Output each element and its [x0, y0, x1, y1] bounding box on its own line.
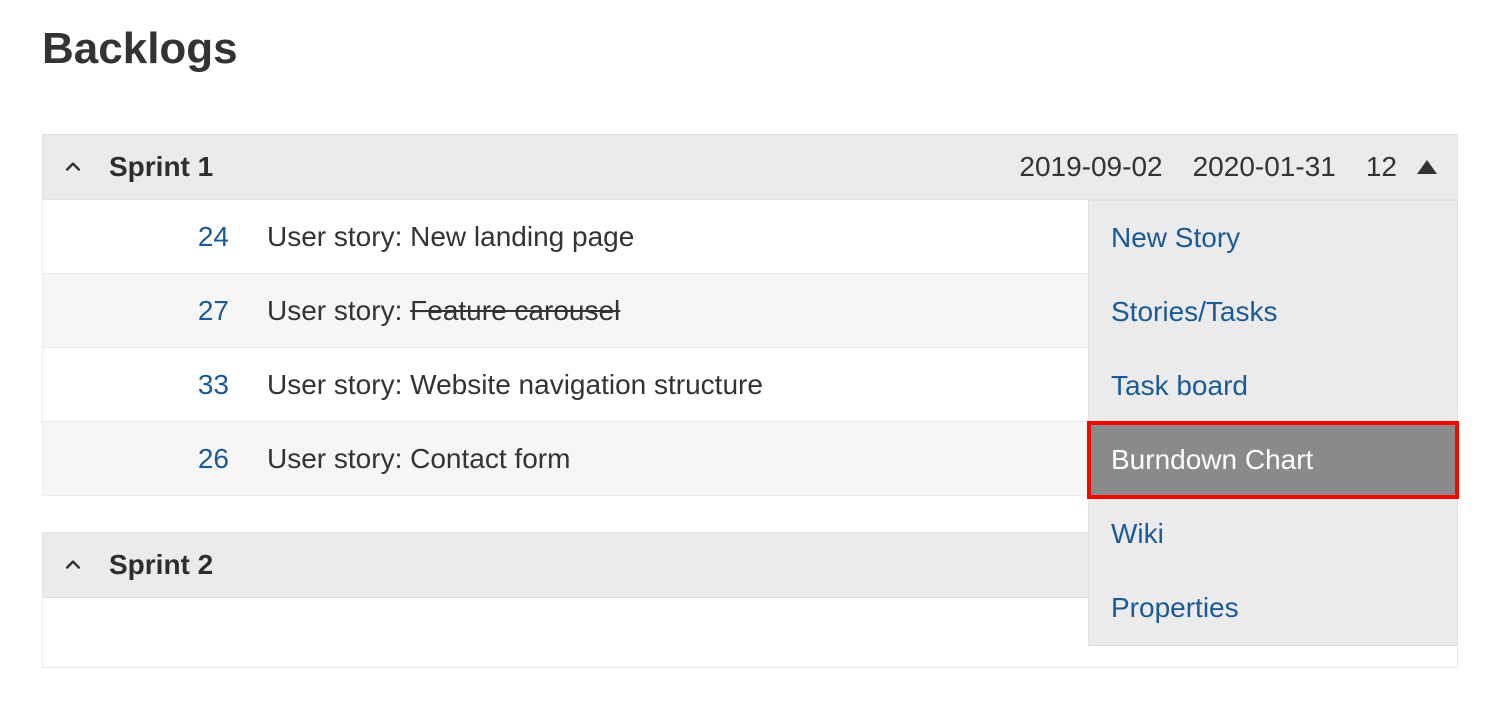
sprint-1-header: Sprint 1 2019-09-02 2020-01-31 12 [42, 134, 1458, 200]
story-title[interactable]: User story: Feature carousel [267, 295, 620, 327]
sprint-1-collapse-icon[interactable] [57, 157, 89, 177]
sprint-1-name[interactable]: Sprint 1 [109, 151, 1019, 183]
sprint-1-dropdown-menu: New Story Stories/Tasks Task board Burnd… [1088, 200, 1458, 646]
story-title[interactable]: User story: Contact form [267, 443, 570, 475]
story-body: New landing page [410, 221, 634, 253]
menu-burndown-chart[interactable]: Burndown Chart [1089, 423, 1457, 497]
menu-stories-tasks[interactable]: Stories/Tasks [1089, 275, 1457, 349]
menu-properties[interactable]: Properties [1089, 571, 1457, 645]
sprint-1-start-date: 2019-09-02 [1019, 151, 1162, 183]
sprint-1-menu-trigger-icon[interactable] [1417, 160, 1437, 174]
story-body: Website navigation structure [410, 369, 763, 401]
story-prefix: User story: [267, 443, 410, 475]
menu-wiki[interactable]: Wiki [1089, 497, 1457, 571]
sprint-1-end-date: 2020-01-31 [1193, 151, 1336, 183]
story-id[interactable]: 33 [129, 369, 229, 401]
story-title[interactable]: User story: New landing page [267, 221, 634, 253]
sprint-2-collapse-icon[interactable] [57, 555, 89, 575]
page-title: Backlogs [42, 24, 1458, 74]
story-prefix: User story: [267, 295, 410, 327]
menu-new-story[interactable]: New Story [1089, 201, 1457, 275]
story-prefix: User story: [267, 369, 410, 401]
story-prefix: User story: [267, 221, 410, 253]
story-title[interactable]: User story: Website navigation structure [267, 369, 763, 401]
story-id[interactable]: 27 [129, 295, 229, 327]
story-id[interactable]: 26 [129, 443, 229, 475]
story-body: Contact form [410, 443, 570, 475]
sprint-1-points: 12 [1366, 151, 1397, 183]
story-body: Feature carousel [410, 295, 620, 327]
sprint-1-block: Sprint 1 2019-09-02 2020-01-31 12 24 Use… [42, 134, 1458, 496]
menu-task-board[interactable]: Task board [1089, 349, 1457, 423]
story-id[interactable]: 24 [129, 221, 229, 253]
